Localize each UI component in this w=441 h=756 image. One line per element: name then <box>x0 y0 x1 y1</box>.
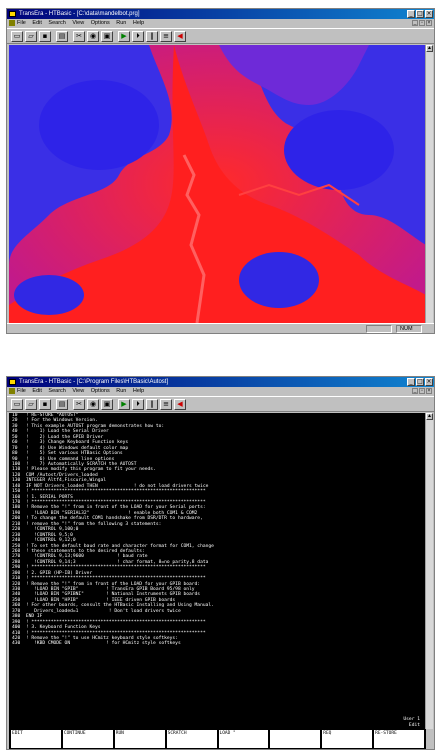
close-button[interactable]: × <box>425 378 433 386</box>
status-blank <box>366 324 392 333</box>
window-title: TransEra - HTBasic - [C:\Program Files\H… <box>19 379 169 385</box>
mdi-restore-button[interactable]: ▫ <box>419 388 425 394</box>
maximize-button[interactable]: □ <box>416 378 424 386</box>
softkey-4[interactable]: SCRATCH <box>166 730 217 748</box>
graphics-window: TransEra - HTBasic - [C:\data\mandelbot.… <box>6 8 435 334</box>
softkey-5[interactable]: LOAD " <box>218 730 269 748</box>
menu-search[interactable]: Search <box>48 20 65 26</box>
cut-icon[interactable]: ✂ <box>73 398 85 410</box>
scroll-up-icon[interactable]: ▲ <box>426 45 433 52</box>
softkey-bar: EDIT CONTINUE RUN SCRATCH LOAD " REQ RE-… <box>9 729 426 749</box>
cut-icon[interactable]: ✂ <box>73 30 85 42</box>
softkey-1[interactable]: EDIT <box>11 730 61 748</box>
menu-bar: File Edit Search View Options Run Help _… <box>7 19 434 28</box>
stop-icon[interactable]: ◀ <box>174 30 186 42</box>
mdi-minimize-button[interactable]: _ <box>412 388 418 394</box>
menu-run[interactable]: Run <box>116 388 126 394</box>
app-icon[interactable] <box>9 11 16 17</box>
mdi-close-button[interactable]: × <box>426 388 432 394</box>
menu-help[interactable]: Help <box>133 20 144 26</box>
document-icon[interactable] <box>9 388 15 394</box>
document-icon[interactable] <box>9 20 15 26</box>
continue-icon[interactable]: ⏵ <box>132 30 144 42</box>
editor-window: TransEra - HTBasic - [C:\Program Files\H… <box>6 376 435 750</box>
menu-view[interactable]: View <box>72 388 84 394</box>
mandelbrot-canvas <box>9 45 426 323</box>
edit-mode-indicator: Edit <box>408 723 420 728</box>
run-icon[interactable]: ▶ <box>118 398 130 410</box>
mdi-minimize-button[interactable]: _ <box>412 20 418 26</box>
minimize-button[interactable]: _ <box>407 378 415 386</box>
pause-icon[interactable]: ‖ <box>146 30 158 42</box>
new-file-icon[interactable]: ▭ <box>11 30 23 42</box>
step-icon[interactable]: ≡ <box>160 30 172 42</box>
open-folder-icon[interactable]: ▱ <box>25 30 37 42</box>
toolbar: ▭ ▱ ▪ ▤ ✂ ◉ ▣ ▶ ⏵ ‖ ≡ ◀ <box>7 28 434 44</box>
menu-run[interactable]: Run <box>116 20 126 26</box>
title-bar[interactable]: TransEra - HTBasic - [C:\data\mandelbot.… <box>7 9 434 19</box>
mdi-close-button[interactable]: × <box>426 20 432 26</box>
title-bar[interactable]: TransEra - HTBasic - [C:\Program Files\H… <box>7 377 434 387</box>
softkey-8[interactable]: RE-STORE <box>374 730 424 748</box>
new-file-icon[interactable]: ▭ <box>11 398 23 410</box>
print-icon[interactable]: ▤ <box>56 30 68 42</box>
status-bar: NUM <box>7 323 434 333</box>
softkey-3[interactable]: RUN <box>114 730 165 748</box>
open-folder-icon[interactable]: ▱ <box>25 398 37 410</box>
softkey-2[interactable]: CONTINUE <box>62 730 113 748</box>
step-icon[interactable]: ≡ <box>160 398 172 410</box>
pause-icon[interactable]: ‖ <box>146 398 158 410</box>
app-icon[interactable] <box>9 379 16 385</box>
menu-search[interactable]: Search <box>48 388 65 394</box>
menu-help[interactable]: Help <box>133 388 144 394</box>
menu-options[interactable]: Options <box>91 20 110 26</box>
window-title: TransEra - HTBasic - [C:\data\mandelbot.… <box>19 11 140 17</box>
code-line[interactable]: 430 !KBD CMODE ON ! for HCmitz style sof… <box>9 641 426 646</box>
screen-icon[interactable]: ▣ <box>101 30 113 42</box>
num-lock-indicator: NUM <box>396 324 422 333</box>
save-icon[interactable]: ▪ <box>39 30 51 42</box>
menu-options[interactable]: Options <box>91 388 110 394</box>
continue-icon[interactable]: ⏵ <box>132 398 144 410</box>
menu-file[interactable]: File <box>17 388 26 394</box>
mandelbrot-image <box>9 45 426 323</box>
toolbar: ▭ ▱ ▪ ▤ ✂ ◉ ▣ ▶ ⏵ ‖ ≡ ◀ <box>7 396 434 412</box>
menu-edit[interactable]: Edit <box>32 388 41 394</box>
menu-file[interactable]: File <box>17 20 26 26</box>
screen-icon[interactable]: ▣ <box>101 398 113 410</box>
find-icon[interactable]: ◉ <box>87 30 99 42</box>
scroll-up-icon[interactable]: ▲ <box>426 413 433 420</box>
close-button[interactable]: × <box>425 10 433 18</box>
print-icon[interactable]: ▤ <box>56 398 68 410</box>
code-editor[interactable]: 10 ! RE-STORE "AUTOST" 20 ! For the Windo… <box>9 413 426 729</box>
menu-edit[interactable]: Edit <box>32 20 41 26</box>
minimize-button[interactable]: _ <box>407 10 415 18</box>
mdi-restore-button[interactable]: ▫ <box>419 20 425 26</box>
user-indicator: User 1 <box>403 717 420 722</box>
menu-view[interactable]: View <box>72 20 84 26</box>
stop-icon[interactable]: ◀ <box>174 398 186 410</box>
vertical-scrollbar[interactable]: ▲ <box>425 413 433 729</box>
maximize-button[interactable]: □ <box>416 10 424 18</box>
vertical-scrollbar[interactable]: ▲ <box>425 45 433 323</box>
save-icon[interactable]: ▪ <box>39 398 51 410</box>
find-icon[interactable]: ◉ <box>87 398 99 410</box>
softkey-7[interactable]: REQ <box>322 730 373 748</box>
menu-bar: File Edit Search View Options Run Help _… <box>7 387 434 396</box>
softkey-6[interactable] <box>270 730 321 748</box>
run-icon[interactable]: ▶ <box>118 30 130 42</box>
